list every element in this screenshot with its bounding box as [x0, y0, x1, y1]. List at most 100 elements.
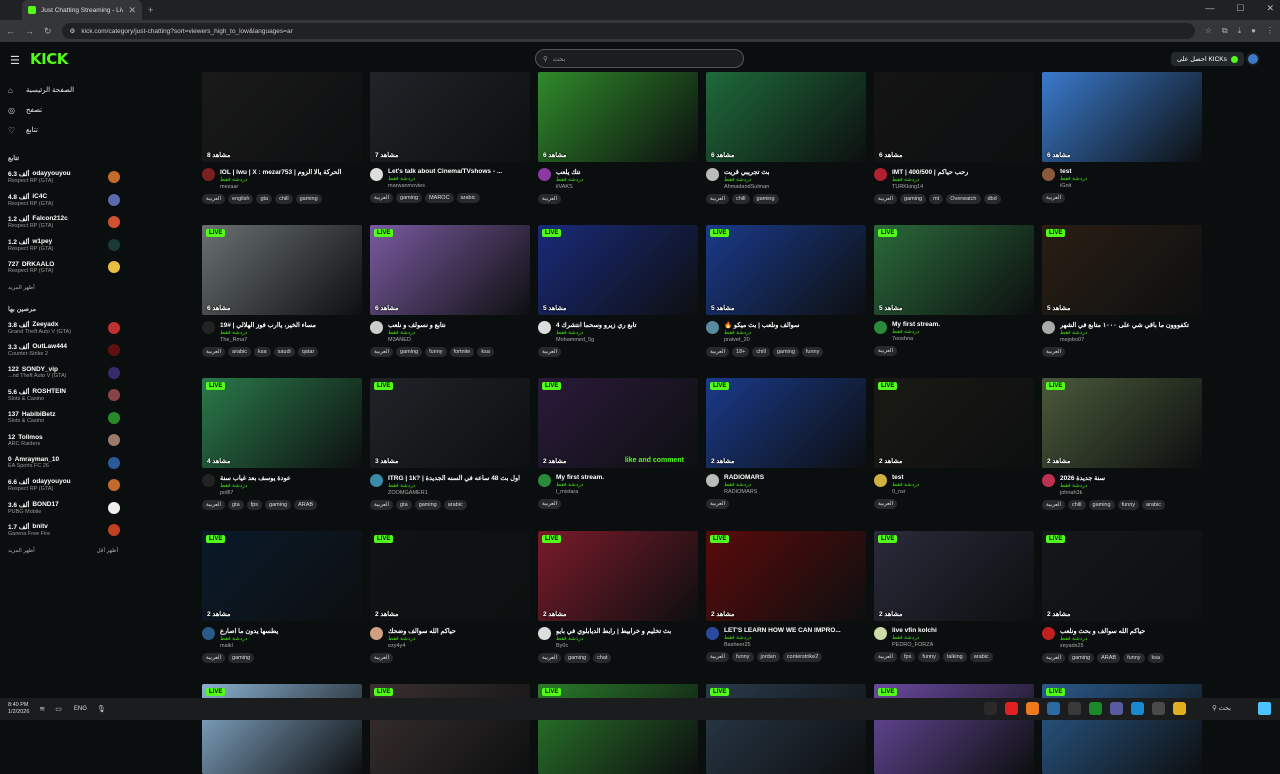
stream-tag[interactable]: ksa [477, 347, 494, 357]
search-input[interactable]: ⚲ بحث [535, 49, 744, 68]
streamer-avatar[interactable] [538, 321, 551, 334]
stream-tag[interactable]: funny [425, 347, 447, 357]
stream-tag[interactable]: العربية [538, 194, 562, 204]
stream-tag[interactable]: chat [593, 653, 612, 663]
sidebar-nav-item[interactable]: ⌂ الصفحة الرئيسية [8, 80, 120, 100]
stream-category[interactable]: دردشة فقط [892, 329, 1032, 335]
sidebar-channel[interactable]: 122 SONDY_vip ...nd Theft Auto V (GTA) [8, 362, 120, 385]
sidebar-nav-item[interactable]: ◎ تصفح [8, 100, 120, 120]
streamer-avatar[interactable] [370, 168, 383, 181]
stream-category[interactable]: دردشة فقط [388, 636, 528, 642]
stream-tag[interactable]: english [228, 194, 254, 204]
stream-thumbnail[interactable]: LIVE 5 مشاهد [538, 225, 698, 315]
stream-thumbnail[interactable]: LIVE 6 مشاهد [202, 225, 362, 315]
stream-thumbnail[interactable]: LIVE 2 مشاهد [370, 531, 530, 621]
sidebar-channel[interactable]: 1.2 ألف Falcon212c Respect RP (GTA) [8, 211, 120, 234]
streamer-name[interactable]: l_mistara [556, 489, 696, 495]
stream-title[interactable]: IOL | Iwu | X : mezar753 | الحركة يالا ا… [220, 168, 360, 176]
steam-icon[interactable] [1047, 702, 1060, 715]
streamer-avatar[interactable] [874, 474, 887, 487]
stream-tag[interactable]: MAROC [425, 193, 454, 203]
stream-thumbnail[interactable]: LIVE 2 مشاهد [706, 531, 866, 621]
stream-card[interactable]: LIVE 6 مشاهد نتابع و نسولف و نلعب دردشة فقط… [370, 225, 530, 357]
sidebar-channel[interactable]: 6.6 ألف odayyouyou Respect RP (GTA) [8, 474, 120, 497]
stream-tag[interactable]: gta [256, 194, 273, 204]
show-more-following[interactable]: أظهر المزيد [8, 285, 118, 291]
stream-tag[interactable]: gaming [752, 194, 779, 204]
stream-thumbnail[interactable]: 6 مشاهد [538, 72, 698, 162]
stream-card[interactable]: LIVE 2 مشاهد حياكم الله سوالف وضحك دردشة فق… [370, 531, 530, 663]
stream-category[interactable]: دردشة فقط [724, 482, 864, 488]
streamer-avatar[interactable] [874, 321, 887, 334]
stream-title[interactable]: test [892, 474, 1032, 481]
streamer-avatar[interactable] [370, 627, 383, 640]
streamer-avatar[interactable] [370, 474, 383, 487]
stream-card[interactable]: LIVE 2 مشاهد like and comment My first stre… [538, 378, 698, 509]
wifi-icon[interactable]: ≋ [39, 705, 45, 713]
stream-tag[interactable]: العربية [1042, 347, 1066, 357]
stream-title[interactable]: حياكم الله سوالف و بحث ونلعب [1060, 627, 1200, 635]
streamer-name[interactable]: johnah3k [1060, 490, 1200, 496]
chrome-icon[interactable] [1089, 702, 1102, 715]
stream-tag[interactable]: saudi [273, 347, 295, 357]
stream-category[interactable]: دردشة فقط [388, 330, 528, 336]
streamer-avatar[interactable] [1042, 321, 1055, 334]
stream-category[interactable]: دردشة فقط [1060, 176, 1200, 182]
stream-tag[interactable]: ARAB [294, 500, 318, 510]
stream-card[interactable]: LIVE 5 مشاهد تكفووون ما باقي شي على ١٠٠٠ م… [1042, 225, 1202, 357]
stream-title[interactable]: 🔥 سوالف ونلعب | بث ميكو [724, 321, 864, 329]
stream-tag[interactable]: gaming [228, 653, 255, 663]
streamer-avatar[interactable] [538, 627, 551, 640]
streamer-name[interactable]: iGnit [1060, 183, 1200, 189]
stream-tag[interactable]: fps [900, 652, 916, 662]
stream-card[interactable]: LIVE 2 مشاهد سنة جديدة 2026 دردشة فقط johnah… [1042, 378, 1202, 510]
streamer-name[interactable]: ZOOMGAMER1 [388, 490, 528, 496]
stream-tag[interactable]: chill [275, 194, 293, 204]
windows-start-icon[interactable] [1258, 702, 1271, 715]
stream-thumbnail[interactable]: 6 مشاهد [706, 72, 866, 162]
stream-card[interactable]: 6 مشاهد نتك يلعب دردشة فقط iiVAKS العربية [538, 72, 698, 204]
stream-tag[interactable]: gaming [295, 194, 322, 204]
stream-tag[interactable]: chill [752, 347, 770, 357]
stream-category[interactable]: دردشة فقط [220, 483, 360, 489]
site-info-icon[interactable]: ⚙ [70, 27, 76, 35]
clock[interactable]: 8:40 PM 1/2/2026 [8, 702, 29, 716]
stream-tag[interactable]: chill [732, 194, 750, 204]
stream-category[interactable]: دردشة فقط [724, 177, 864, 183]
new-tab-icon[interactable]: + [148, 5, 153, 15]
stream-tag[interactable]: arabic [969, 652, 993, 662]
stream-tag[interactable]: العربية [538, 653, 562, 663]
stream-category[interactable]: دردشة فقط [892, 177, 1032, 183]
streamer-avatar[interactable] [202, 321, 215, 334]
stream-card[interactable]: LIVE 4 مشاهد عودة يوسف بعد غياب سنة دردشة ف… [202, 378, 362, 510]
stream-tag[interactable]: fps [246, 500, 263, 510]
stream-title[interactable]: LET'S LEARN HOW WE CAN IMPRO... [724, 627, 864, 634]
stream-title[interactable]: My first stream. [556, 474, 696, 481]
stream-card[interactable]: 6 مشاهد بث تجريبي قريت دردشة فقط AhmadandSu… [706, 72, 866, 204]
stream-category[interactable]: دردشة فقط [388, 483, 528, 489]
stream-tag[interactable]: العربية [1042, 500, 1066, 510]
streamer-name[interactable]: Mohammed_5g [556, 337, 696, 343]
stream-thumbnail[interactable]: 6 مشاهد [874, 72, 1034, 162]
stream-tag[interactable]: jordan [756, 652, 780, 662]
stream-tag[interactable]: العربية [874, 346, 898, 356]
reload-icon[interactable]: ↻ [44, 26, 52, 37]
streamer-name[interactable]: marwanmovies [388, 183, 528, 189]
stream-tag[interactable]: ARAB [1097, 653, 1121, 663]
stream-thumbnail[interactable]: LIVE 5 مشاهد [874, 225, 1034, 315]
stream-card[interactable]: LIVE 2 مشاهد يطسها يدون ما اصارع دردشة فقط m… [202, 531, 362, 663]
file-explorer-icon[interactable] [1173, 702, 1186, 715]
bookmark-star-icon[interactable]: ☆ [1205, 26, 1212, 36]
streamer-name[interactable]: mejobo07 [1060, 337, 1200, 343]
stream-tag[interactable]: العربية [202, 653, 226, 663]
forward-icon[interactable]: → [25, 26, 34, 36]
sidebar-channel[interactable]: 137 HabibiBetz Slots & Casino [8, 407, 120, 430]
sidebar-channel[interactable]: 4.8 ألف iC4C Respect RP (GTA) [8, 189, 120, 212]
stream-title[interactable]: نتك يلعب [556, 168, 696, 176]
back-icon[interactable]: ← [6, 26, 15, 36]
stream-thumbnail[interactable]: LIVE 2 مشاهد [538, 531, 698, 621]
stream-tag[interactable]: العربية [706, 347, 730, 357]
stream-thumbnail[interactable]: LIVE 2 مشاهد like and comment [538, 378, 698, 468]
stream-category[interactable]: دردشة فقط [556, 330, 696, 336]
stream-thumbnail[interactable]: 6 مشاهد [1042, 72, 1202, 162]
